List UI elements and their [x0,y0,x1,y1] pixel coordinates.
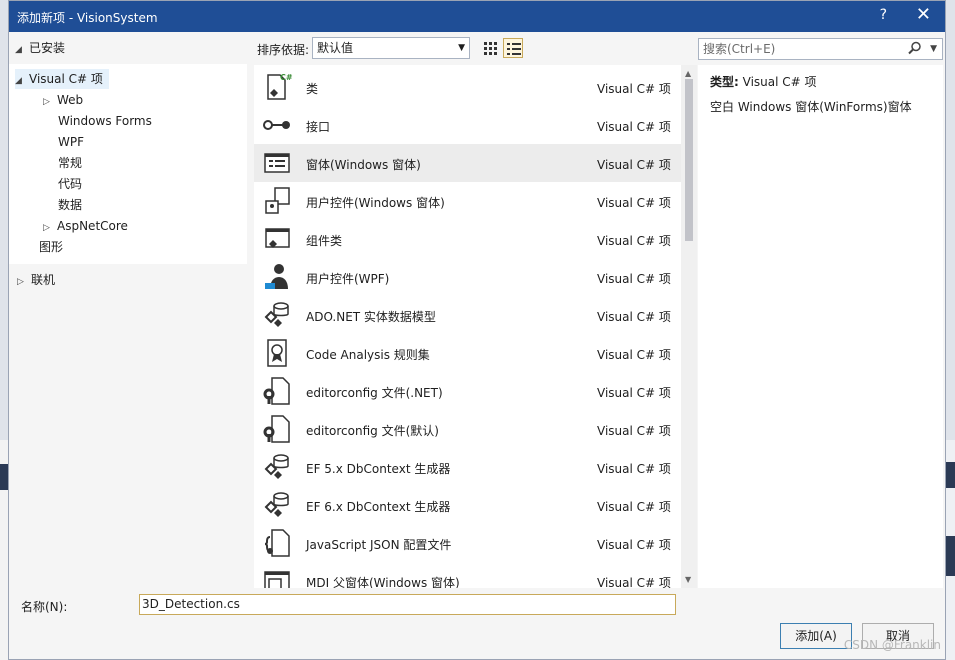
config-file-icon [263,415,290,443]
window-title: 添加新项 - VisionSystem [17,11,158,25]
mdi-form-icon [264,571,290,588]
add-button[interactable]: 添加(A) [780,623,852,649]
list-view-button[interactable] [503,38,523,58]
background-ide-right [946,440,955,660]
list-item[interactable]: ADO.NET 实体数据模型 Visual C# 项 [254,296,681,334]
json-file-icon [264,529,290,557]
add-new-item-dialog: 添加新项 - VisionSystem ? ✕ ◢ 已安装 ◢ Visual C# … [8,0,946,660]
list-item[interactable]: EF 6.x DbContext 生成器 Visual C# 项 [254,486,681,524]
tree-item-wpf[interactable]: WPF [58,132,84,152]
expanded-arrow-icon[interactable]: ◢ [15,45,29,55]
list-item[interactable]: EF 5.x DbContext 生成器 Visual C# 项 [254,448,681,486]
name-field[interactable]: 3D_Detection.cs [139,594,676,615]
list-item[interactable]: JavaScript JSON 配置文件 Visual C# 项 [254,524,681,562]
sort-label: 排序依据: [257,43,310,57]
watermark: CSDN @Franklin [843,638,941,652]
svg-text:C#: C# [280,73,293,82]
details-panel: 类型: Visual C# 项 空白 Windows 窗体(WinForms)窗… [698,65,943,588]
form-icon [264,153,290,173]
list-item[interactable]: MDI 父窗体(Windows 窗体) Visual C# 项 [254,562,681,588]
close-button[interactable]: ✕ [916,4,931,25]
category-tree: ◢ Visual C# 项 ▷ Web Windows Forms WPF 常规 代… [9,64,247,264]
interface-icon [263,120,290,130]
tree-item-data[interactable]: 数据 [58,195,82,215]
scroll-down-arrow-icon[interactable]: ▼ [685,575,691,584]
data-model-icon [264,302,289,327]
title-bar: 添加新项 - VisionSystem ? ✕ [9,1,945,32]
sort-dropdown[interactable]: 默认值 ▼ [312,37,470,59]
chevron-down-icon: ▼ [930,44,937,54]
ruleset-icon [267,339,287,367]
tree-item-general[interactable]: 常规 [58,153,82,173]
list-item[interactable]: editorconfig 文件(默认) Visual C# 项 [254,410,681,448]
tree-item-windows-forms[interactable]: Windows Forms [58,111,152,131]
list-item[interactable]: 接口 Visual C# 项 [254,106,681,144]
list-item[interactable]: 用户控件(Windows 窗体) Visual C# 项 [254,182,681,220]
collapsed-arrow-icon[interactable]: ▷ [43,92,57,112]
user-control-icon [265,187,290,214]
config-file-icon [263,377,290,405]
details-type: 类型: Visual C# 项 [710,75,817,89]
scrollbar-thumb[interactable] [685,79,693,241]
list-item[interactable]: 窗体(Windows 窗体) Visual C# 项 [254,144,681,182]
list-item[interactable]: 组件类 Visual C# 项 [254,220,681,258]
grid-view-icon [484,42,497,55]
tree-item-online[interactable]: ▷ 联机 [17,271,55,288]
search-icon [908,41,921,55]
expanded-arrow-icon[interactable]: ◢ [15,71,29,91]
generator-icon [264,492,289,517]
tree-item-aspnetcore[interactable]: ▷ AspNetCore [43,216,128,236]
tree-item-code[interactable]: 代码 [58,174,82,194]
tree-item-visual-csharp[interactable]: ◢ Visual C# 项 [15,69,109,89]
installed-node[interactable]: ◢ 已安装 [15,39,65,56]
template-list: C# 类 Visual C# 项 接口 Visual C# 项 窗体(Windo… [254,65,681,588]
chevron-down-icon: ▼ [458,43,465,53]
list-view-icon [507,43,521,55]
list-item[interactable]: C# 类 Visual C# 项 [254,68,681,106]
class-icon: C# [267,73,293,100]
details-description: 空白 Windows 窗体(WinForms)窗体 [710,100,912,114]
name-label: 名称(N): [21,600,68,614]
search-input[interactable]: 搜索(Ctrl+E) ▼ [698,38,943,60]
tree-item-web[interactable]: ▷ Web [43,90,83,110]
background-ide-left [0,440,8,660]
list-scrollbar[interactable]: ▲ ▼ [681,65,697,588]
help-button[interactable]: ? [880,7,887,23]
list-item[interactable]: 用户控件(WPF) Visual C# 项 [254,258,681,296]
tree-item-graphics[interactable]: 图形 [39,237,63,257]
list-item[interactable]: editorconfig 文件(.NET) Visual C# 项 [254,372,681,410]
list-item[interactable]: Code Analysis 规则集 Visual C# 项 [254,334,681,372]
wpf-user-control-icon [265,264,288,289]
scroll-up-arrow-icon[interactable]: ▲ [685,69,691,78]
grid-view-button[interactable] [480,38,500,58]
collapsed-arrow-icon[interactable]: ▷ [43,218,57,238]
collapsed-arrow-icon[interactable]: ▷ [17,277,31,287]
generator-icon [264,454,289,479]
component-icon [265,228,290,248]
